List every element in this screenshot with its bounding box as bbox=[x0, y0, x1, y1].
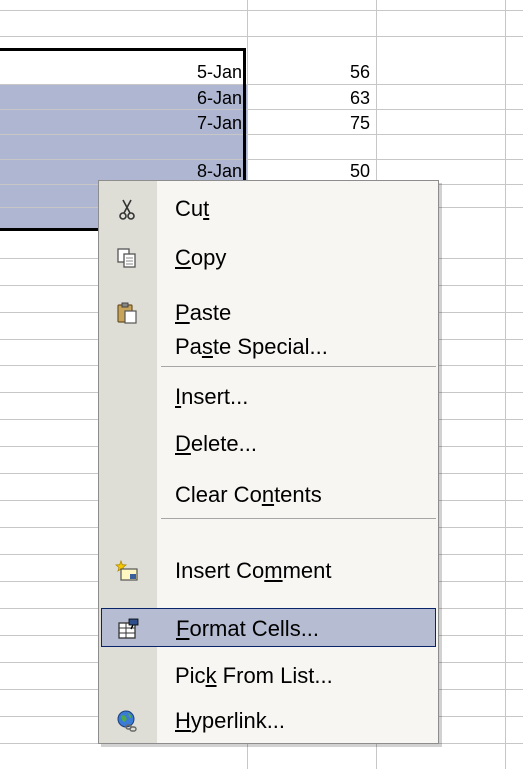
format-cells-icon bbox=[118, 618, 139, 639]
hyperlink-globe-icon bbox=[117, 710, 137, 732]
menu-item-label: Clear Contents bbox=[175, 482, 322, 507]
menu-item-cut[interactable]: Cut bbox=[101, 189, 436, 228]
menu-item-format-cells[interactable]: Format Cells... bbox=[101, 608, 436, 647]
context-menu: Cut Copy Paste Paste Special... Insert..… bbox=[98, 180, 439, 744]
gridline bbox=[505, 0, 506, 769]
gridline bbox=[0, 36, 523, 37]
menu-item-label: Delete... bbox=[175, 431, 257, 456]
copy-icon bbox=[117, 248, 136, 268]
menu-separator bbox=[161, 366, 436, 367]
menu-item-label: Copy bbox=[175, 245, 227, 270]
menu-item-pick-from-list[interactable]: Pick From List... bbox=[101, 656, 436, 695]
menu-item-hyperlink[interactable]: Hyperlink... bbox=[101, 701, 436, 740]
menu-item-label: Hyperlink... bbox=[175, 708, 286, 733]
value-cell[interactable]: 50 bbox=[260, 161, 370, 181]
paste-icon bbox=[117, 302, 137, 324]
menu-item-copy[interactable]: Copy bbox=[101, 238, 436, 277]
menu-item-label: Cut bbox=[175, 196, 210, 221]
value-cell[interactable]: 63 bbox=[260, 88, 370, 108]
menu-item-label: Format Cells... bbox=[176, 616, 320, 641]
menu-item-insert-comment[interactable]: Insert Comment bbox=[101, 551, 436, 590]
gridline bbox=[0, 10, 523, 11]
value-cell[interactable]: 56 bbox=[260, 62, 370, 82]
insert-comment-icon bbox=[115, 559, 138, 581]
menu-item-insert[interactable]: Insert... bbox=[101, 377, 436, 416]
menu-item-label: Pick From List... bbox=[175, 663, 333, 688]
menu-item-paste-special[interactable]: Paste Special... bbox=[101, 327, 436, 366]
value-cell[interactable]: 75 bbox=[260, 113, 370, 133]
menu-item-clear-contents[interactable]: Clear Contents bbox=[101, 475, 436, 514]
menu-separator bbox=[161, 518, 436, 519]
menu-item-label: Insert Comment bbox=[175, 558, 332, 583]
scissors-icon bbox=[119, 199, 135, 220]
menu-item-delete[interactable]: Delete... bbox=[101, 424, 436, 463]
menu-item-label: Paste Special... bbox=[175, 334, 328, 359]
menu-item-label: Insert... bbox=[175, 384, 249, 409]
